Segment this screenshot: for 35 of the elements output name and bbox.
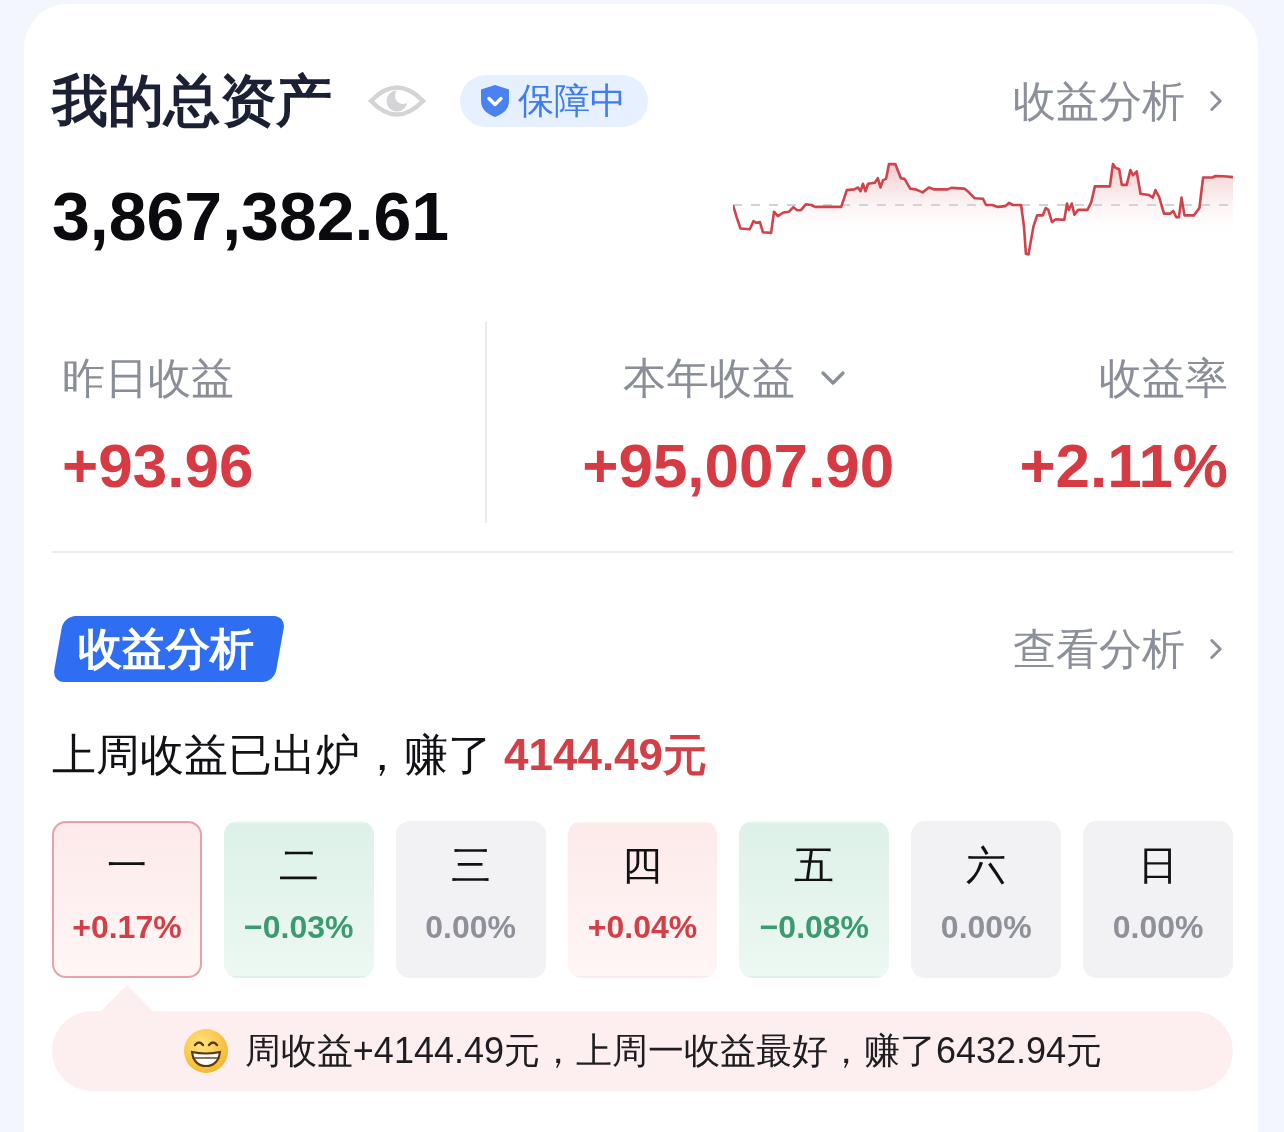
daily-change: 0.00% bbox=[940, 908, 1032, 947]
day-tab[interactable]: 三 0.00% bbox=[395, 821, 546, 978]
weekday-label: 四 bbox=[622, 842, 663, 889]
weekday-label: 三 bbox=[450, 842, 491, 889]
section-tag: 收益分析 bbox=[52, 616, 286, 682]
shield-icon bbox=[480, 84, 510, 118]
weekly-earnings-sentence: 上周收益已出炉，赚了 4144.49元 bbox=[52, 729, 708, 781]
total-assets-amount: 3,867,382.61 bbox=[52, 179, 450, 254]
stat-label: 收益率 bbox=[1099, 353, 1228, 404]
daily-change: −0.03% bbox=[244, 908, 354, 947]
weekday-label: 日 bbox=[1138, 842, 1179, 889]
daily-change: 0.00% bbox=[1112, 908, 1204, 947]
stat-value: +93.96 bbox=[62, 430, 254, 502]
weekday-label: 二 bbox=[278, 842, 319, 889]
stat-value: +95,007.90 bbox=[582, 430, 895, 502]
weekday-label: 五 bbox=[794, 842, 835, 889]
stat-value: +2.11% bbox=[1019, 430, 1228, 502]
stat-label: 昨日收益 bbox=[62, 353, 234, 404]
page-title: 我的总资产 bbox=[52, 71, 332, 131]
protection-badge: 保障中 bbox=[460, 75, 648, 127]
weekday-label: 一 bbox=[106, 842, 147, 889]
day-tab[interactable]: 日 0.00% bbox=[1083, 821, 1233, 978]
daily-change: +0.17% bbox=[72, 908, 182, 947]
weekly-summary-text: 周收益+4144.49元，上周一收益最好，赚了6432.94元 bbox=[244, 1029, 1103, 1073]
day-tab[interactable]: 六 0.00% bbox=[911, 821, 1062, 978]
day-tab[interactable]: 五 −0.08% bbox=[739, 821, 890, 978]
daily-change: 0.00% bbox=[425, 908, 516, 947]
day-tab[interactable]: 二 −0.03% bbox=[223, 821, 374, 978]
day-tab[interactable]: 一 +0.17% bbox=[52, 821, 202, 978]
daily-change: −0.08% bbox=[759, 908, 870, 947]
weekday-label: 六 bbox=[966, 842, 1007, 889]
day-tab[interactable]: 四 +0.04% bbox=[567, 821, 718, 978]
daily-change: +0.04% bbox=[587, 908, 698, 947]
stat-label: 本年收益 bbox=[623, 353, 796, 404]
grinning-face-icon bbox=[182, 1028, 229, 1074]
